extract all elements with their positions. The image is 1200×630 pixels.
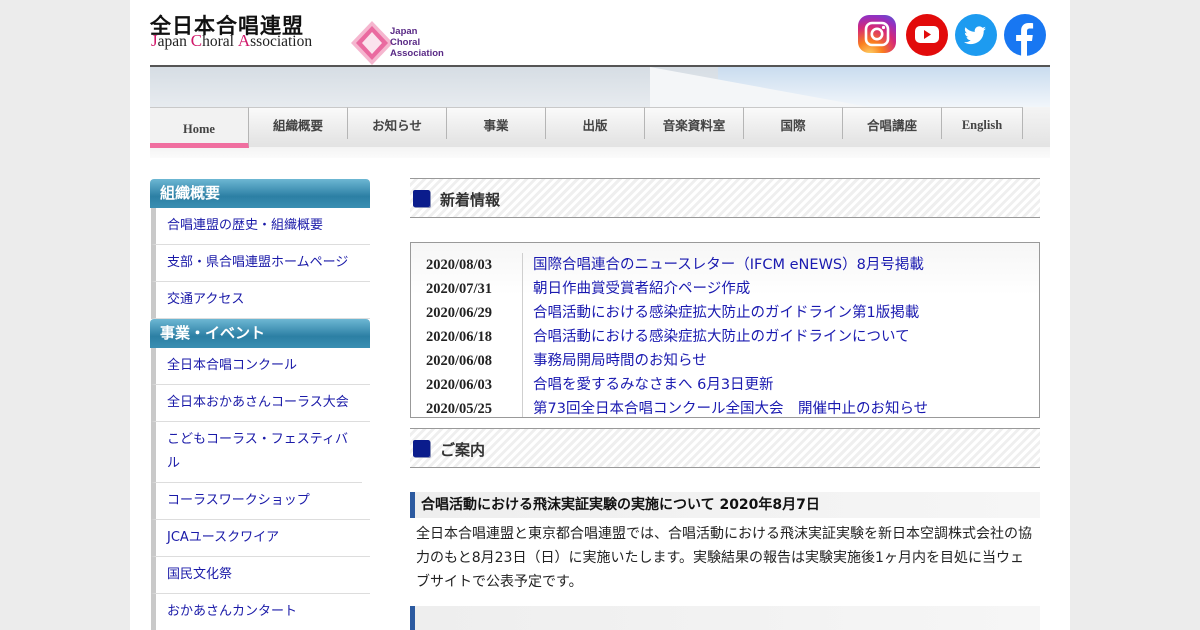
- news-date: 2020/06/29: [426, 305, 493, 321]
- nav-english[interactable]: English: [942, 107, 1023, 139]
- square-bullet-icon: [413, 440, 430, 457]
- sidebar-item-competition[interactable]: 全日本合唱コンクール: [151, 348, 370, 385]
- nav-home[interactable]: Home: [150, 107, 249, 148]
- sidebar-item-history[interactable]: 合唱連盟の歴史・組織概要: [151, 208, 370, 245]
- logo-mark-icon: Japan Choral Association: [350, 20, 444, 66]
- news-section-header: 新着情報: [410, 178, 1040, 218]
- article-body: 全日本合唱連盟と東京都合唱連盟では、合唱活動における飛沫実証実験を新日本空調株式…: [416, 526, 1032, 590]
- news-row: 2020/05/25 第73回全日本合唱コンクール全国大会 開催中止のお知らせ: [411, 397, 1039, 417]
- news-row: 2020/06/03 合唱を愛するみなさまへ 6月3日更新: [411, 373, 1039, 397]
- twitter-icon[interactable]: [955, 14, 997, 56]
- news-link[interactable]: 合唱活動における感染症拡大防止のガイドラインについて: [533, 325, 910, 349]
- nav-choral-lectures[interactable]: 合唱講座: [843, 107, 942, 139]
- site-logo[interactable]: 全日本合唱連盟 Japan Choral Association Japan C…: [150, 10, 444, 65]
- news-link[interactable]: 第73回全日本合唱コンクール全国大会 開催中止のお知らせ: [533, 397, 928, 417]
- sidebar-item-cantata[interactable]: おかあさんカンタート: [151, 594, 370, 630]
- news-link[interactable]: 事務局開局時間のお知らせ: [533, 349, 707, 373]
- news-link[interactable]: 合唱活動における感染症拡大防止のガイドライン第1版掲載: [533, 301, 919, 325]
- nav-news[interactable]: お知らせ: [348, 107, 447, 139]
- nav-about[interactable]: 組織概要: [249, 107, 348, 139]
- nav-projects[interactable]: 事業: [447, 107, 546, 139]
- next-article-title: [410, 606, 1040, 630]
- news-date: 2020/06/08: [426, 353, 493, 369]
- sidebar: 組織概要 合唱連盟の歴史・組織概要 支部・県合唱連盟ホームページ 交通アクセス …: [150, 179, 370, 630]
- guide-section-header: ご案内: [410, 428, 1040, 468]
- news-row: 2020/07/31 朝日作曲賞受賞者紹介ページ作成: [411, 277, 1039, 301]
- nav-publications[interactable]: 出版: [546, 107, 645, 139]
- news-row: 2020/06/18 合唱活動における感染症拡大防止のガイドラインについて: [411, 325, 1039, 349]
- sidebar-item-kids-festival[interactable]: こどもコーラス・フェスティバル: [151, 422, 362, 483]
- news-list[interactable]: 2020/08/03 国際合唱連合のニュースレター（IFCM eNEWS）8月号…: [410, 242, 1040, 418]
- facebook-icon[interactable]: [1004, 14, 1046, 56]
- article-title: 合唱活動における飛沫実証実験の実施について 2020年8月7日: [410, 492, 1040, 518]
- news-heading: 新着情報: [440, 191, 501, 209]
- sidebar-item-workshop[interactable]: コーラスワークショップ: [151, 483, 370, 520]
- page: 全日本合唱連盟 Japan Choral Association Japan C…: [130, 0, 1070, 630]
- main-content: 新着情報 2020/08/03 国際合唱連合のニュースレター（IFCM eNEW…: [410, 178, 1040, 630]
- news-row: 2020/06/29 合唱活動における感染症拡大防止のガイドライン第1版掲載: [411, 301, 1039, 325]
- news-date: 2020/06/03: [426, 377, 493, 393]
- sidebar-item-youth-choir[interactable]: JCAユースクワイア: [151, 520, 370, 557]
- news-date: 2020/06/18: [426, 329, 493, 345]
- news-link[interactable]: 国際合唱連合のニュースレター（IFCM eNEWS）8月号掲載: [533, 253, 924, 277]
- main-nav: Home 組織概要 お知らせ 事業 出版 音楽資料室 国際 合唱講座 Engli…: [150, 107, 1050, 148]
- news-link[interactable]: 朝日作曲賞受賞者紹介ページ作成: [533, 277, 750, 301]
- sidebar-heading-about: 組織概要: [150, 179, 370, 208]
- header-banner: [150, 65, 1050, 109]
- logo-mark-text: Japan Choral Association: [390, 26, 444, 59]
- instagram-icon[interactable]: [858, 15, 896, 53]
- sidebar-item-cultural-festival[interactable]: 国民文化祭: [151, 557, 370, 594]
- sidebar-item-branches[interactable]: 支部・県合唱連盟ホームページ: [151, 245, 370, 282]
- nav-music-library[interactable]: 音楽資料室: [645, 107, 744, 139]
- sidebar-item-access[interactable]: 交通アクセス: [151, 282, 370, 319]
- news-date: 2020/07/31: [426, 281, 493, 297]
- guide-heading: ご案内: [440, 441, 486, 459]
- news-link[interactable]: 合唱を愛するみなさまへ 6月3日更新: [533, 373, 774, 397]
- news-date: 2020/08/03: [426, 257, 493, 273]
- sidebar-item-mothers-chorus[interactable]: 全日本おかあさんコーラス大会: [151, 385, 370, 422]
- logo-english: Japan Choral Association: [151, 31, 313, 50]
- sidebar-heading-events: 事業・イベント: [150, 319, 370, 348]
- square-bullet-icon: [413, 190, 430, 207]
- youtube-icon[interactable]: [906, 14, 948, 56]
- nav-international[interactable]: 国際: [744, 107, 843, 139]
- news-row: 2020/08/03 国際合唱連合のニュースレター（IFCM eNEWS）8月号…: [411, 253, 1039, 277]
- news-date: 2020/05/25: [426, 401, 493, 417]
- news-row: 2020/06/08 事務局開局時間のお知らせ: [411, 349, 1039, 373]
